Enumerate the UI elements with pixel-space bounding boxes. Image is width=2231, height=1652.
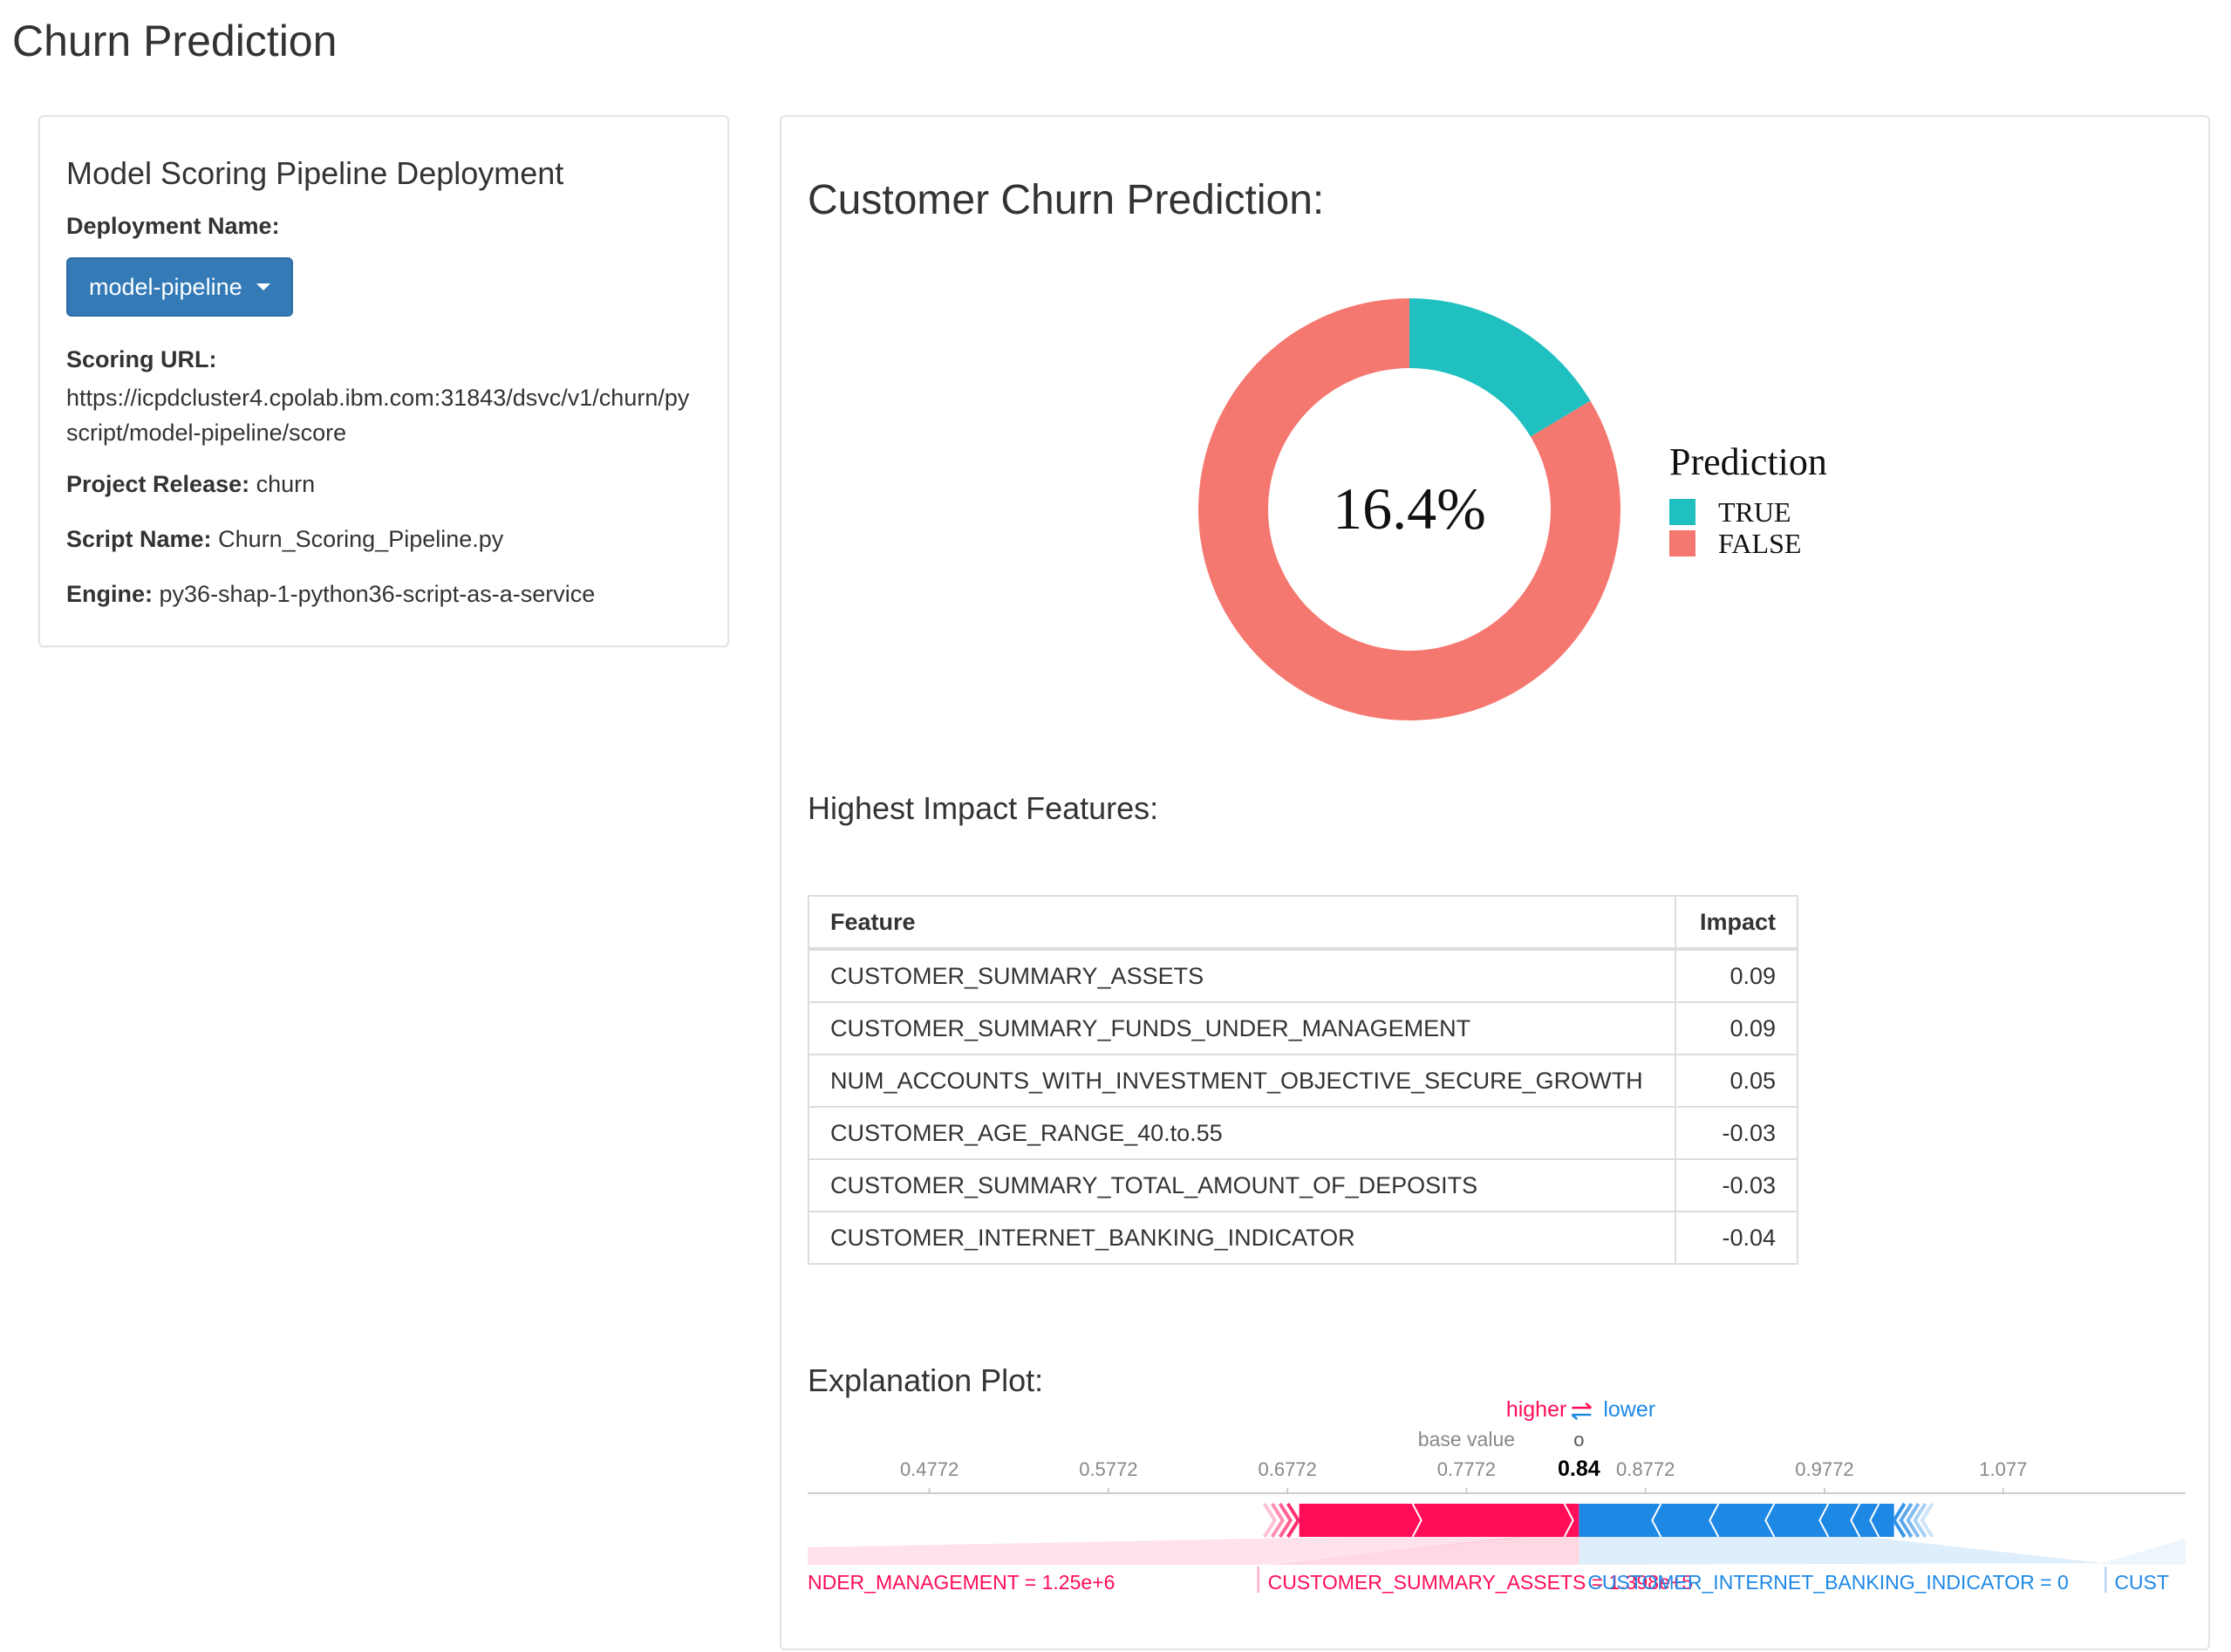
table-row: CUSTOMER_AGE_RANGE_40.to.55 -0.03 [808, 1106, 1798, 1160]
impact-features-title: Highest Impact Features: [808, 790, 1159, 826]
churn-prediction-title: Customer Churn Prediction: [808, 177, 1325, 223]
axis-tick-label: 1.077 [1979, 1458, 2027, 1480]
positive-chevron [1262, 1502, 1278, 1539]
legend-item-false: FALSE [1669, 528, 1827, 559]
impact-features-table: Feature Impact CUSTOMER_SUMMARY_ASSETS 0… [808, 895, 1798, 1265]
shap-force-plot: higher lower base value o 0.4772 0.5772 0.6772… [808, 1399, 2186, 1594]
feature-cell: CUSTOMER_SUMMARY_TOTAL_AMOUNT_OF_DEPOSIT… [808, 1158, 1676, 1212]
caret-down-icon [256, 283, 270, 290]
legend-label-false: FALSE [1718, 527, 1802, 559]
table-row: CUSTOMER_SUMMARY_FUNDS_UNDER_MANAGEMENT … [808, 1001, 1798, 1055]
scoring-url-value: https://icpdcluster4.cpolab.ibm.com:3184… [66, 385, 690, 446]
table-row: CUSTOMER_SUMMARY_ASSETS 0.09 [808, 948, 1798, 1003]
label-connector-negative [2102, 1539, 2186, 1565]
feature-cell: CUSTOMER_SUMMARY_FUNDS_UNDER_MANAGEMENT [808, 1001, 1676, 1055]
label-connector-negative [1579, 1537, 2103, 1565]
explanation-plot-title: Explanation Plot: [808, 1362, 1044, 1398]
axis-tick-label: 0.6772 [1258, 1458, 1316, 1480]
table-row: CUSTOMER_SUMMARY_TOTAL_AMOUNT_OF_DEPOSIT… [808, 1158, 1798, 1212]
page-title: Churn Prediction [12, 17, 338, 65]
deployment-name-label: Deployment Name: [66, 213, 280, 239]
axis-tick-label: 0.9772 [1795, 1458, 1853, 1480]
feature-cell: CUSTOMER_INTERNET_BANKING_INDICATOR [808, 1211, 1676, 1265]
project-release-label: Project Release: [66, 471, 250, 497]
swap-arrow-right [1572, 1403, 1593, 1410]
deployment-name-dropdown[interactable]: model-pipeline [66, 257, 293, 317]
script-name-row: Script Name: Churn_Scoring_Pipeline.py [66, 526, 701, 553]
engine-label: Engine: [66, 581, 153, 607]
output-value-label: 0.84 [1558, 1457, 1600, 1481]
table-header-row: Feature Impact [808, 895, 1798, 951]
legend-swatch-true [1669, 499, 1695, 525]
donut-slice-true [1409, 298, 1591, 437]
legend-swatch-false [1669, 530, 1695, 556]
donut-center-label: 16.4% [1333, 475, 1486, 542]
force-feature-label: CUSTOMER_INTERNET_BANKING_INDICATOR = 0 [1587, 1571, 2068, 1594]
deployment-panel-heading: Model Scoring Pipeline Deployment [66, 155, 564, 191]
prediction-legend: Prediction TRUE FALSE [1669, 440, 1827, 559]
engine-value: py36-shap-1-python36-script-as-a-service [159, 581, 596, 607]
legend-title: Prediction [1669, 440, 1827, 483]
swap-arrows-icon [1571, 1403, 1593, 1420]
deployment-panel: Model Scoring Pipeline Deployment Deploy… [38, 115, 729, 647]
output-marker: o [1573, 1429, 1584, 1451]
script-name-value: Churn_Scoring_Pipeline.py [218, 526, 504, 552]
positive-force-band [1299, 1504, 1579, 1537]
impact-cell: -0.03 [1675, 1106, 1798, 1160]
impact-cell: 0.09 [1675, 1001, 1798, 1055]
feature-cell: NUM_ACCOUNTS_WITH_INVESTMENT_OBJECTIVE_S… [808, 1054, 1676, 1108]
legend-label-true: TRUE [1718, 495, 1791, 528]
swap-arrow-left [1571, 1413, 1592, 1420]
table-row: NUM_ACCOUNTS_WITH_INVESTMENT_OBJECTIVE_S… [808, 1054, 1798, 1108]
scoring-url-label: Scoring URL: [66, 346, 217, 372]
churn-donut-chart: 16.4% [1198, 298, 1620, 720]
deployment-name-value: model-pipeline [89, 273, 242, 300]
impact-cell: -0.03 [1675, 1158, 1798, 1212]
force-feature-label: CUST [2114, 1571, 2169, 1594]
legend-item-true: TRUE [1669, 496, 1827, 528]
higher-label: higher [1506, 1399, 1567, 1422]
feature-column-header: Feature [808, 895, 1676, 951]
axis-tick-label: 0.5772 [1079, 1458, 1137, 1480]
force-feature-label: NDER_MANAGEMENT = 1.25e+6 [808, 1571, 1115, 1594]
impact-cell: 0.05 [1675, 1054, 1798, 1108]
feature-cell: CUSTOMER_SUMMARY_ASSETS [808, 948, 1676, 1003]
axis-tick-label: 0.8772 [1616, 1458, 1675, 1480]
feature-cell: CUSTOMER_AGE_RANGE_40.to.55 [808, 1106, 1676, 1160]
axis-tick-label: 0.4772 [900, 1458, 959, 1480]
script-name-label: Script Name: [66, 526, 212, 552]
project-release-value: churn [256, 471, 316, 497]
impact-cell: 0.09 [1675, 948, 1798, 1003]
prediction-panel: Customer Churn Prediction: 16.4% Predict… [780, 115, 2210, 1650]
axis-tick-label: 0.7772 [1437, 1458, 1496, 1480]
lower-label: lower [1603, 1399, 1655, 1422]
impact-cell: -0.04 [1675, 1211, 1798, 1265]
base-value-label: base value [1418, 1428, 1515, 1451]
table-row: CUSTOMER_INTERNET_BANKING_INDICATOR -0.0… [808, 1211, 1798, 1265]
project-release-row: Project Release: churn [66, 471, 701, 498]
negative-force-band [1579, 1504, 1894, 1537]
engine-row: Engine: py36-shap-1-python36-script-as-a… [66, 581, 701, 608]
impact-column-header: Impact [1675, 895, 1798, 951]
